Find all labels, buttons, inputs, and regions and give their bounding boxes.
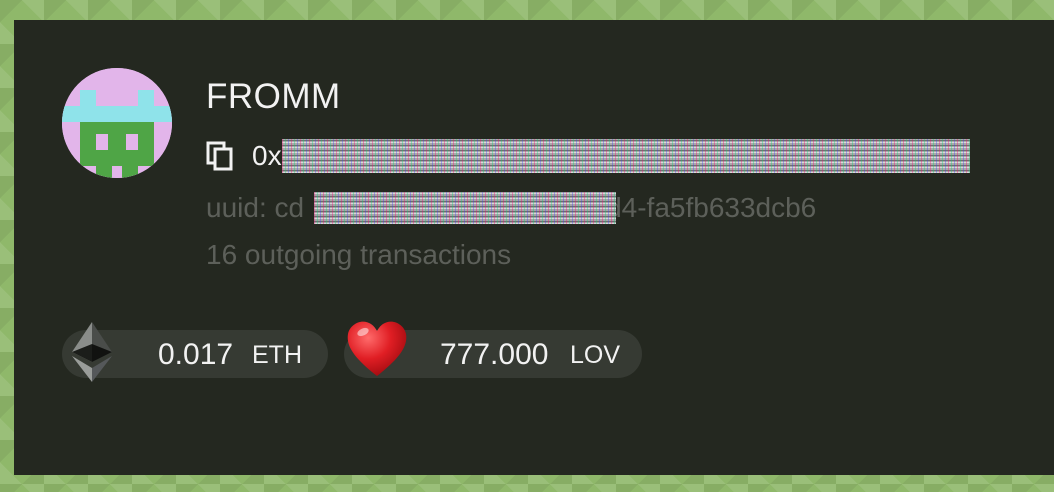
transaction-count: 16 outgoing transactions bbox=[206, 239, 512, 270]
heart-icon bbox=[347, 321, 407, 376]
eth-balance-value: 0.017 bbox=[158, 338, 234, 371]
lov-balance: 777.000 LOV bbox=[344, 321, 642, 378]
eth-balance-unit: ETH bbox=[252, 341, 302, 369]
uuid-suffix: d4-fa5fb633dcb6 bbox=[606, 192, 817, 223]
lov-balance-unit: LOV bbox=[570, 341, 621, 369]
avatar bbox=[62, 68, 172, 178]
uuid-prefix: uuid: cd bbox=[206, 192, 305, 223]
lov-balance-value: 777.000 bbox=[440, 338, 549, 371]
username: FROMM bbox=[206, 77, 341, 116]
copy-icon[interactable] bbox=[206, 141, 234, 171]
wallet-address: 0x bbox=[206, 136, 970, 176]
eth-balance: 0.017 ETH bbox=[62, 322, 328, 382]
address-prefix: 0x bbox=[252, 140, 282, 171]
uuid-label: uuid: cd d4-fa5fb633dcb6 bbox=[206, 190, 816, 226]
pixel-avatar-icon bbox=[62, 68, 172, 178]
redacted-address bbox=[281, 139, 970, 173]
redacted-uuid bbox=[314, 192, 616, 224]
ethereum-icon bbox=[72, 322, 112, 382]
profile-card: FROMM 0x uuid: cd d4-fa5fb633dcb6 16 out… bbox=[14, 20, 1054, 475]
